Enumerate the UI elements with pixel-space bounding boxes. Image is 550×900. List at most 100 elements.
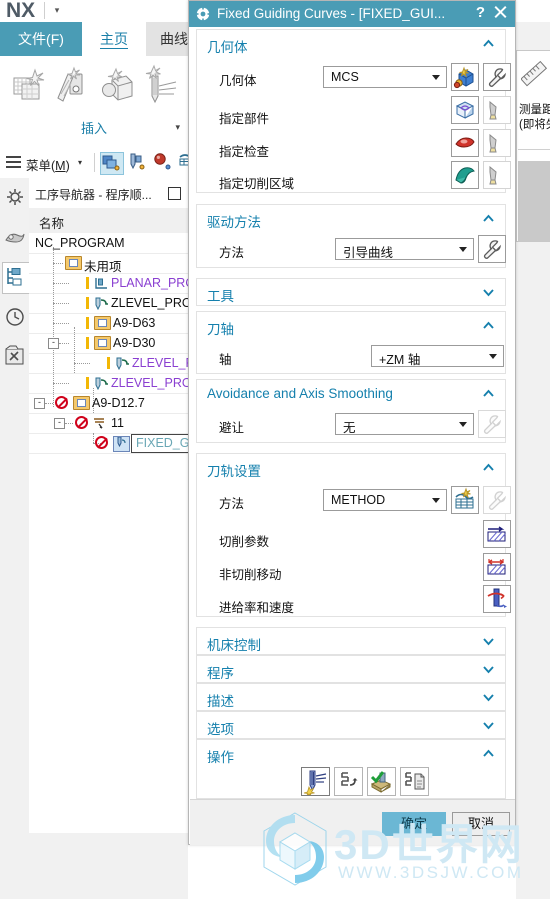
rail-item-part-navigator[interactable] (2, 222, 28, 252)
section-avoidance-header[interactable]: Avoidance and Axis Smoothing (197, 380, 505, 407)
generate-icon[interactable] (301, 767, 330, 798)
tree-expander[interactable]: - (34, 398, 45, 409)
chevron-down-icon (489, 354, 497, 359)
help-button[interactable]: ? (476, 4, 485, 21)
section-options-header[interactable]: 选项 (197, 712, 505, 739)
section-path-settings-header[interactable]: 刀轨设置 (197, 454, 505, 481)
create-method-icon[interactable] (96, 64, 138, 108)
edit-wrench-icon (478, 410, 506, 438)
check-body-icon[interactable] (451, 129, 479, 157)
menu-button[interactable]: 菜单(M) (26, 155, 70, 174)
chevron-down-icon[interactable] (482, 691, 495, 704)
navigator-empty-area (0, 833, 188, 899)
tree-expander[interactable]: - (54, 418, 65, 429)
ok-button[interactable]: 确定 (382, 812, 446, 836)
chevron-down-icon[interactable] (482, 663, 495, 676)
chevron-up-icon[interactable] (482, 387, 495, 400)
path-method-combo-value: METHOD (331, 493, 386, 507)
cancel-button[interactable]: 取消 (452, 812, 510, 836)
create-geometry-icon[interactable] (8, 64, 50, 108)
status-bar-indicator (107, 357, 110, 369)
menu-caret-icon[interactable]: ▾ (78, 158, 82, 167)
cut-area-icon[interactable] (451, 161, 479, 189)
replay-icon[interactable] (334, 767, 363, 796)
close-icon[interactable] (493, 5, 507, 19)
section-actions-header[interactable]: 操作 (197, 740, 505, 767)
edit-wrench-icon[interactable] (478, 235, 506, 263)
ribbon-expand-caret-icon[interactable]: ▾ (175, 122, 180, 133)
section-tool-axis-header[interactable]: 刀轴 (197, 312, 505, 339)
section-machine-control-title: 机床控制 (207, 638, 261, 653)
ribbon-icon-group (4, 64, 184, 112)
section-geometry-header[interactable]: 几何体 (197, 30, 505, 57)
status-bar-indicator (86, 337, 89, 349)
tree-guide (45, 403, 53, 404)
pin-window-icon[interactable] (168, 187, 181, 200)
cutting-parameters-icon[interactable] (483, 520, 511, 548)
folder-icon (94, 316, 111, 330)
tab-file[interactable]: 文件(F) (0, 22, 82, 56)
no-entry-icon (95, 436, 108, 449)
specify-check-label: 指定检查 (219, 145, 270, 159)
dialog-footer: 确定 取消 (190, 799, 515, 845)
screen-root: NX ▾ 文件(F) 主页 曲线 插入 ▾ 菜单(M) ▾ 工序导航器 - 程序… (0, 0, 550, 899)
section-description-header[interactable]: 描述 (197, 684, 505, 711)
rail-item-history[interactable] (2, 302, 28, 332)
tool-axis-combo[interactable]: +ZM 轴 (371, 345, 504, 367)
display-check-icon[interactable] (483, 129, 511, 157)
tab-home[interactable]: 主页 (82, 22, 146, 56)
hamburger-icon[interactable] (6, 156, 21, 168)
geometry-combo[interactable]: MCS (323, 66, 447, 88)
section-path-settings-title: 刀轨设置 (207, 464, 261, 479)
section-options[interactable]: 选项 (196, 711, 506, 739)
chevron-down-icon[interactable] (482, 286, 495, 299)
chevron-down-icon[interactable] (482, 719, 495, 732)
chevron-down-icon[interactable] (482, 635, 495, 648)
mcs-icon[interactable] (451, 63, 479, 91)
tree-guide (53, 303, 69, 304)
section-machine-control-header[interactable]: 机床控制 (197, 628, 505, 655)
rail-item-settings[interactable] (2, 182, 28, 212)
tree-guide (53, 323, 69, 324)
geometry-row-label: 几何体 (219, 74, 257, 88)
create-operation-icon[interactable] (140, 64, 182, 108)
create-tool-icon[interactable] (52, 64, 94, 108)
verify-icon[interactable] (367, 767, 396, 796)
section-program[interactable]: 程序 (196, 655, 506, 683)
chevron-up-icon[interactable] (482, 319, 495, 332)
section-description[interactable]: 描述 (196, 683, 506, 711)
avoidance-combo[interactable]: 无 (335, 413, 474, 435)
section-tool-header[interactable]: 工具 (197, 279, 505, 306)
rail-item-tools[interactable] (2, 342, 28, 372)
method-icon[interactable] (451, 486, 479, 514)
select-part-icon[interactable] (451, 96, 479, 124)
section-drive-method-header[interactable]: 驱动方法 (197, 205, 505, 232)
create-tool-icon[interactable] (126, 152, 148, 173)
drive-method-combo[interactable]: 引导曲线 (335, 238, 474, 260)
feeds-speeds-icon[interactable] (483, 585, 511, 613)
quick-access-caret-icon[interactable]: ▾ (50, 3, 64, 17)
display-cut-area-icon[interactable] (483, 161, 511, 189)
section-machine-control[interactable]: 机床控制 (196, 627, 506, 655)
create-program-icon[interactable] (100, 152, 124, 175)
section-actions-title: 操作 (207, 750, 234, 765)
list-icon[interactable] (400, 767, 429, 796)
chevron-up-icon[interactable] (482, 37, 495, 50)
chevron-up-icon[interactable] (482, 461, 495, 474)
tree-guide (53, 283, 69, 284)
chevron-up-icon[interactable] (482, 212, 495, 225)
section-geometry: 几何体 几何体 MCS 指定部件 指定检查 指定切削区域 (196, 29, 511, 193)
tree-expander[interactable]: - (48, 338, 59, 349)
non-cutting-moves-icon[interactable] (483, 553, 511, 581)
specify-part-label: 指定部件 (219, 112, 270, 126)
measure-tooltip-panel: 测量距离 (即将失 (516, 50, 550, 242)
chevron-up-icon[interactable] (482, 747, 495, 760)
section-tool[interactable]: 工具 (196, 278, 506, 306)
edit-wrench-icon[interactable] (483, 63, 511, 91)
section-program-header[interactable]: 程序 (197, 656, 505, 683)
path-method-combo[interactable]: METHOD (323, 489, 447, 511)
create-geometry-icon[interactable] (152, 152, 174, 173)
display-part-icon[interactable] (483, 96, 511, 124)
rail-item-operation-navigator[interactable] (2, 262, 30, 294)
dialog-title-bar[interactable]: Fixed Guiding Curves - [FIXED_GUI... ? (189, 1, 515, 27)
